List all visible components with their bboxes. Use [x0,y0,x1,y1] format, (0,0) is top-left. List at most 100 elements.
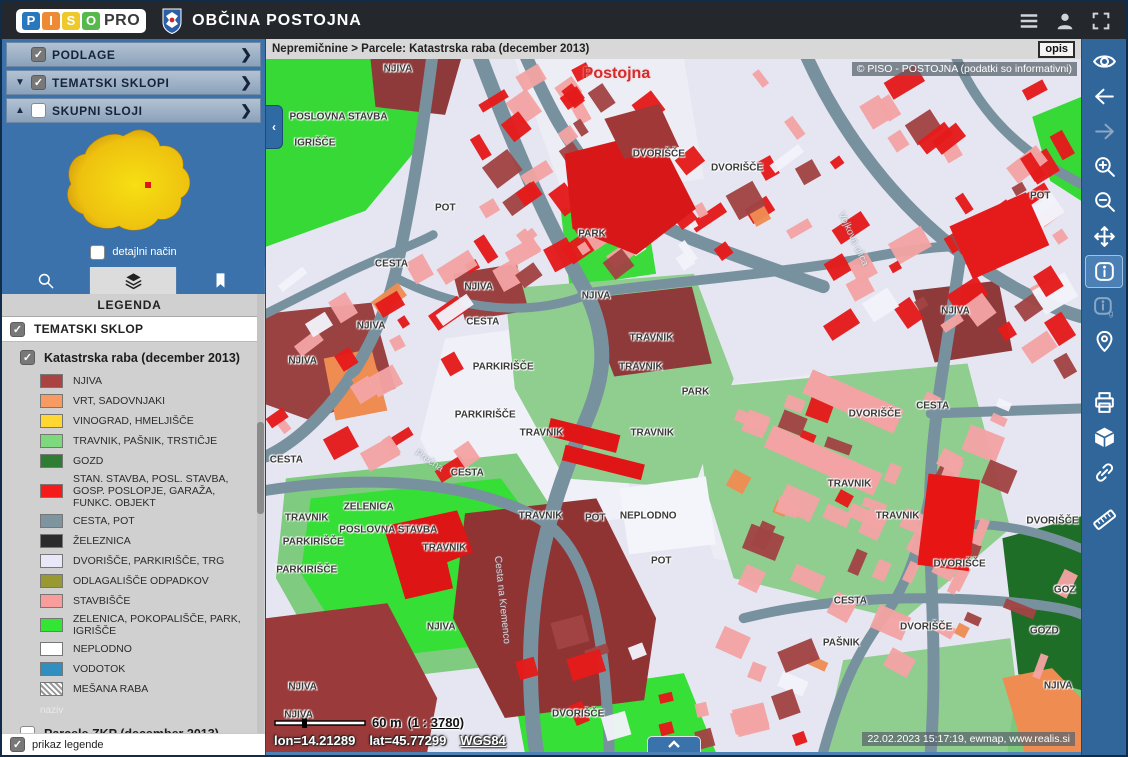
parcele-zkp-checkbox[interactable]: ✓ [20,726,35,733]
coordinates-readout: lon=14.21289 lat=45.77299 WGS84 [274,733,506,748]
legend-items: NJIVA VRT, SADOVNJAKI VINOGRAD, HMELJIŠČE T… [2,369,257,699]
toolbar-button-print[interactable] [1085,386,1123,419]
legend-swatch [40,514,63,528]
bottom-panel-tab[interactable] [647,736,701,752]
link-icon [1092,460,1117,485]
legend-swatch [40,374,63,388]
toolbar-button-link[interactable] [1085,456,1123,489]
layers-icon [124,271,143,290]
sidebar-tab-search[interactable] [2,267,90,294]
locate-icon [1092,329,1117,354]
logo-tile-i: I [42,12,60,30]
toolbar-button-locate[interactable] [1085,325,1123,358]
accordion-checkbox[interactable]: ✓ [31,103,46,118]
piso-logo-suffix: PRO [104,12,140,30]
current-extent-marker [145,182,151,188]
user-icon[interactable] [1054,10,1076,32]
parcele-zkp-label: Parcele ZKP (december 2013) [44,727,219,733]
map-canvas[interactable]: © PISO - POSTOJNA (podatki so informativ… [266,59,1081,752]
legend-swatch [40,434,63,448]
legend-item-label: TRAVNIK, PAŠNIK, TRSTIČJE [73,435,217,447]
legend-item: VRT, SADOVNJAKI [40,391,257,411]
map-copyright: © PISO - POSTOJNA (podatki so informativ… [852,62,1077,76]
datum-link[interactable]: WGS84 [460,733,506,748]
menu-icon[interactable] [1018,10,1040,32]
detail-mode-checkbox[interactable]: ✓ [90,245,105,260]
legend-item: STAN. STAVBA, POSL. STAVBA, GOSP. POSLOP… [40,471,257,511]
cube-icon [1092,425,1117,450]
accordion-checkbox[interactable]: ✓ [31,75,46,90]
legend-swatch [40,618,63,632]
opis-button[interactable]: opis [1038,41,1075,58]
show-legend-row: ✓ prikaz legende [2,733,265,755]
toolbar-button-arrow-left[interactable] [1085,80,1123,113]
sidebar-tabs [2,267,265,294]
detail-mode-row: ✓ detajlni način [2,241,265,263]
legend-item: DVORIŠČE, PARKIRIŠČE, TRG [40,551,257,571]
chevron-right-icon: ❯ [240,46,252,63]
map-image [266,59,1081,752]
toolbar-button-ruler[interactable] [1085,503,1123,536]
accordion-skupni-sloji[interactable]: ▲✓SKUPNI SLOJI❯ [6,98,261,123]
legend-item-label: CESTA, POT [73,515,135,527]
legend-swatch [40,594,63,608]
municipality-title: OBČINA POSTOJNA [192,12,362,30]
legend-item: ZELENICA, POKOPALIŠČE, PARK, IGRIŠČE [40,611,257,639]
municipality-shape [67,130,189,230]
legend-item: NEPLODNO [40,639,257,659]
legend-item: VINOGRAD, HMELJIŠČE [40,411,257,431]
legend-item-label: NJIVA [73,375,102,387]
scale-distance: 60 m [372,715,402,730]
katastrska-raba-checkbox[interactable]: ✓ [20,350,35,365]
legend-scroll-area[interactable]: LEGENDA ✓ TEMATSKI SKLOP ✓ Katastrska ra… [2,294,265,733]
toolbar-button-cube[interactable] [1085,421,1123,454]
toolbar-button-eye[interactable] [1085,45,1123,78]
toolbar-button-info-group: g [1085,290,1123,323]
app-header: PISO PRO OBČINA POSTOJNA [2,2,1126,39]
toolbar-button-zoom-in[interactable] [1085,150,1123,183]
tematski-sklop-label: TEMATSKI SKLOP [34,322,143,336]
accordion-checkbox[interactable]: ✓ [31,47,46,62]
scale-ratio: (1 : 3780) [408,715,464,730]
zoom-in-icon [1092,154,1117,179]
ruler-icon [1092,507,1117,532]
show-legend-checkbox[interactable]: ✓ [10,737,25,752]
toolbar-button-info[interactable] [1085,255,1123,288]
legend-item: CESTA, POT [40,511,257,531]
legend-title: LEGENDA [2,294,257,317]
legend-scrollbar-thumb[interactable] [257,422,264,514]
logo-tile-p: P [22,12,40,30]
legend-scrollbar[interactable] [257,294,264,733]
map-breadcrumb-bar: Nepremičnine > Parcele: Katastrska raba … [266,39,1081,59]
legend-item-label: VODOTOK [73,663,125,675]
chevron-up-icon [667,740,681,749]
arrow-left-icon [1092,84,1117,109]
piso-logo[interactable]: PISO PRO [16,9,146,33]
scale-ratio-link[interactable]: 3780 [431,715,460,730]
accordion-label: TEMATSKI SKLOPI [52,76,240,90]
legend-group-tematski-sklop: ✓ TEMATSKI SKLOP [2,317,257,342]
accordion-podlage[interactable]: ✓PODLAGE❯ [6,42,261,67]
legend-item: NJIVA [40,371,257,391]
map-column: Nepremičnine > Parcele: Katastrska raba … [266,39,1081,755]
print-icon [1092,390,1117,415]
fullscreen-icon[interactable] [1090,10,1112,32]
piso-app: PISO PRO OBČINA POSTOJNA ✓PODLAGE❯▼✓TEMA… [0,0,1128,757]
header-actions [1018,10,1112,32]
accordion-tematski-sklopi[interactable]: ▼✓TEMATSKI SKLOPI❯ [6,70,261,95]
logo-tile-s: S [62,12,80,30]
sidebar-tab-layers[interactable] [90,267,178,294]
municipality-overview-map[interactable] [2,123,265,241]
legend-item-label: ODLAGALIŠČE ODPADKOV [73,575,209,587]
sidebar-tab-bookmark[interactable] [177,267,265,294]
sidebar-collapse-tab[interactable]: ‹ [266,105,283,149]
accordion-label: SKUPNI SLOJI [52,104,240,118]
accordion-toggle-icon[interactable]: ▼ [15,77,31,88]
legend-item-label: ZELENICA, POKOPALIŠČE, PARK, IGRIŠČE [73,613,251,637]
longitude-value: lon=14.21289 [274,733,355,748]
accordion-toggle-icon[interactable]: ▲ [15,105,31,116]
tematski-sklop-checkbox[interactable]: ✓ [10,322,25,337]
toolbar-button-pan[interactable] [1085,220,1123,253]
legend-item-label: VINOGRAD, HMELJIŠČE [73,415,194,427]
toolbar-button-zoom-out[interactable] [1085,185,1123,218]
